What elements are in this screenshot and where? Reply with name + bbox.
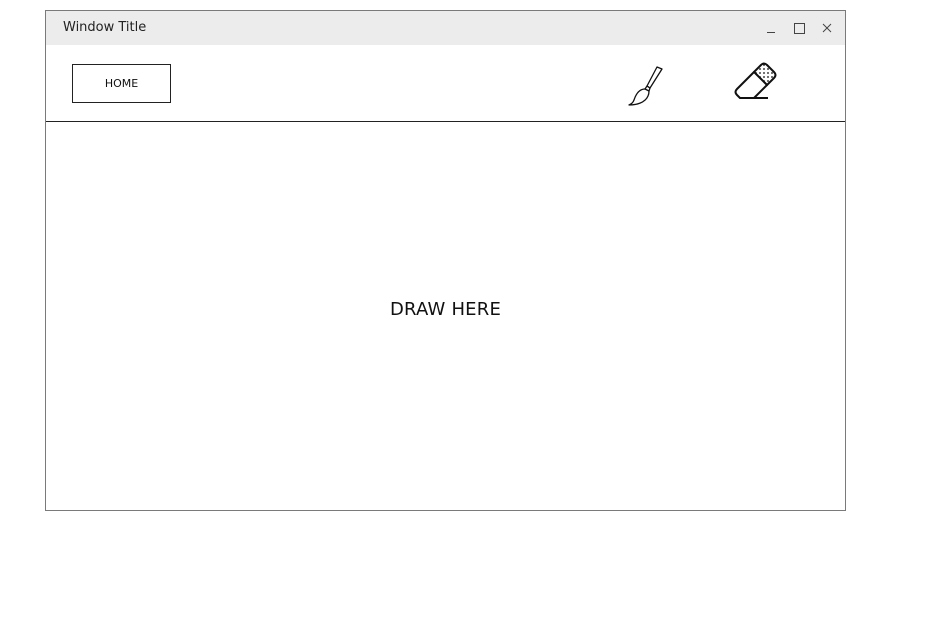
app-window: Window Title HOME DRAW HERE — [45, 10, 846, 511]
drawing-canvas[interactable]: DRAW HERE — [46, 122, 845, 510]
minimize-icon — [767, 32, 775, 33]
brush-tool-button[interactable] — [626, 63, 670, 107]
window-title: Window Title — [63, 20, 147, 35]
maximize-button[interactable] — [790, 19, 808, 37]
canvas-placeholder: DRAW HERE — [389, 299, 502, 320]
paintbrush-icon — [628, 66, 663, 106]
eraser-icon — [734, 62, 777, 99]
home-button[interactable]: HOME — [72, 64, 171, 103]
toolbar: HOME — [46, 45, 845, 122]
close-icon — [822, 23, 832, 33]
eraser-tool-button[interactable] — [722, 55, 782, 115]
maximize-icon — [794, 23, 805, 34]
close-button[interactable] — [818, 19, 836, 37]
title-bar[interactable]: Window Title — [46, 11, 845, 45]
minimize-button[interactable] — [762, 19, 780, 37]
